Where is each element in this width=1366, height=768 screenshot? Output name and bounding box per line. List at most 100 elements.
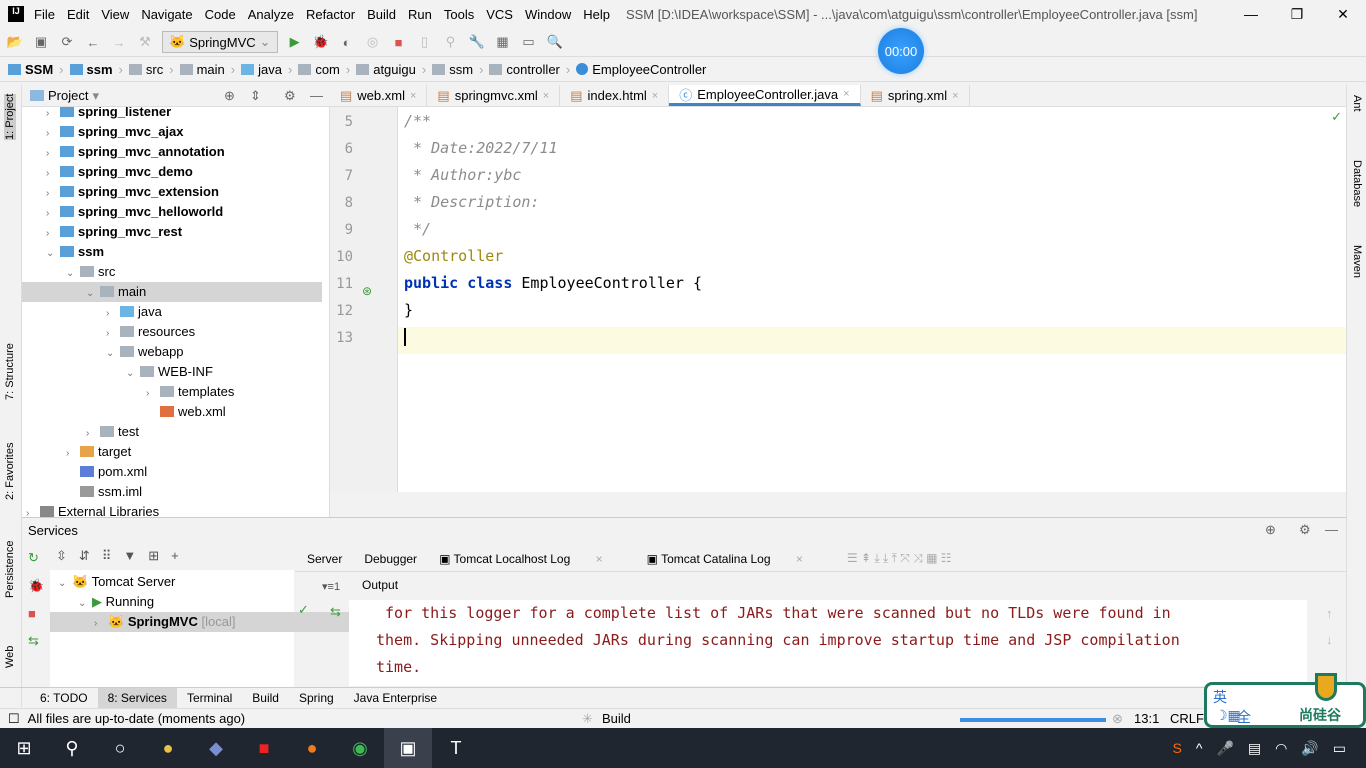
tree-item[interactable]: pom.xml: [66, 462, 147, 482]
menu-view[interactable]: View: [101, 7, 129, 22]
device-icon[interactable]: ▯: [416, 33, 434, 51]
hide-icon[interactable]: —: [310, 88, 323, 103]
tab-spring-xml[interactable]: ▤ spring.xml ×: [861, 85, 970, 106]
stop-icon[interactable]: ■: [390, 33, 408, 51]
tool-favorites[interactable]: 2: Favorites: [4, 443, 16, 500]
menu-vcs[interactable]: VCS: [486, 7, 513, 22]
breadcrumb-item[interactable]: java ›: [241, 62, 292, 77]
back-icon[interactable]: ←: [84, 33, 102, 51]
chevron-down-icon[interactable]: ⌄: [86, 284, 100, 304]
tool-structure[interactable]: 7: Structure: [4, 343, 16, 400]
tool-database[interactable]: Database: [1351, 160, 1363, 207]
windows-start-icon[interactable]: ⊞: [0, 728, 48, 768]
tree-item[interactable]: ssm.iml: [66, 482, 142, 502]
chevron-down-icon[interactable]: ⌄: [126, 364, 140, 384]
tab-web-xml[interactable]: ▤ web.xml ×: [330, 85, 428, 106]
menu-tools[interactable]: Tools: [444, 7, 474, 22]
tool-web[interactable]: Web: [4, 646, 16, 668]
gear-icon[interactable]: ⚙: [284, 88, 296, 104]
menu-help[interactable]: Help: [583, 7, 610, 22]
open-folder-icon[interactable]: 📂: [6, 33, 24, 51]
wifi-icon[interactable]: ◠: [1275, 740, 1287, 757]
breadcrumb-item[interactable]: src ›: [128, 62, 174, 77]
tree-item[interactable]: › templates: [146, 382, 234, 402]
presentation-icon[interactable]: ▭: [520, 33, 538, 51]
tree-item[interactable]: ⌄ main: [22, 282, 322, 302]
tree-item[interactable]: ⌄ src: [66, 262, 115, 282]
gear-icon[interactable]: ⚙: [1299, 522, 1311, 538]
console-output[interactable]: for this logger for a complete list of J…: [349, 600, 1307, 686]
new-tab-icon[interactable]: ⊞: [148, 548, 159, 564]
tree-item-tomcat-server[interactable]: ⌄ 🐱 Tomcat Server: [58, 572, 175, 592]
search-icon[interactable]: 🔍: [546, 33, 564, 51]
menu-analyze[interactable]: Analyze: [248, 7, 294, 22]
code-editor[interactable]: 5 6 7 8 9 10 11 12 13 ⊛ ✓ /** * Date:2022/7/11 *…: [330, 107, 1346, 492]
group-icon[interactable]: ⠿: [102, 548, 112, 564]
tree-item[interactable]: › target: [66, 442, 131, 462]
collapse-all-icon[interactable]: ⇕: [250, 88, 261, 104]
breadcrumb-item[interactable]: controller ›: [489, 62, 570, 77]
close-icon[interactable]: ×: [652, 90, 658, 102]
breadcrumb-item[interactable]: ssm ›: [69, 62, 123, 77]
close-icon[interactable]: ×: [410, 90, 416, 102]
chevron-down-icon[interactable]: ⌄: [106, 344, 120, 364]
stop-icon[interactable]: ■: [28, 606, 44, 621]
breadcrumb-item[interactable]: ssm ›: [432, 62, 483, 77]
forward-icon[interactable]: →: [110, 33, 128, 51]
toolwindow-java-enterprise[interactable]: Java Enterprise: [344, 688, 447, 709]
hide-icon[interactable]: —: [1325, 522, 1338, 537]
run-icon[interactable]: ▶: [286, 33, 304, 51]
tree-item[interactable]: › spring_mvc_helloworld: [46, 202, 223, 222]
locate-icon[interactable]: ⊕: [1265, 522, 1276, 538]
breadcrumb-item[interactable]: SSM ›: [8, 62, 64, 77]
chevron-right-icon[interactable]: ›: [26, 504, 40, 517]
chevron-right-icon[interactable]: ›: [46, 204, 60, 224]
breadcrumb-item[interactable]: atguigu ›: [356, 62, 426, 77]
sogou-icon[interactable]: S: [1173, 740, 1182, 757]
close-icon[interactable]: ×: [952, 90, 958, 102]
tree-item[interactable]: ⌄ webapp: [106, 342, 184, 362]
cancel-task-icon[interactable]: ⊗: [1112, 711, 1123, 727]
notification-icon[interactable]: ▭: [1333, 740, 1346, 757]
sync-icon[interactable]: ⟳: [58, 33, 76, 51]
tree-item[interactable]: ⌄ WEB-INF: [126, 362, 213, 382]
toolwindow-spring[interactable]: Spring: [289, 688, 344, 709]
tree-item[interactable]: ⌄ ssm: [46, 242, 104, 262]
chevron-right-icon[interactable]: ›: [106, 304, 120, 324]
tree-item[interactable]: › External Libraries: [26, 502, 159, 517]
chevron-down-icon[interactable]: ⌄: [66, 264, 80, 284]
log-toolbar-icons[interactable]: ☰ ⇞ ⤓ ⤓ ⤒ ⤧ ⤨ ▦ ☷: [847, 551, 952, 566]
list-icon[interactable]: ▾≡1: [322, 580, 340, 593]
line-separator[interactable]: CRLF: [1170, 711, 1204, 726]
tool-maven[interactable]: Maven: [1351, 245, 1363, 278]
close-icon[interactable]: ×: [843, 88, 849, 100]
app-typora-icon[interactable]: T: [432, 728, 480, 768]
tab-tomcat-catalina-log[interactable]: ▣ Tomcat Catalina Log ×: [647, 552, 825, 566]
tab-employeecontroller-java[interactable]: ⓒ EmployeeController.java ×: [669, 85, 861, 106]
close-icon[interactable]: ×: [543, 90, 549, 102]
profile-icon[interactable]: ◎: [364, 33, 382, 51]
chevron-right-icon[interactable]: ›: [86, 424, 100, 444]
add-icon[interactable]: +: [171, 548, 179, 564]
background-task[interactable]: Build: [602, 711, 631, 726]
tree-item[interactable]: › spring_mvc_extension: [46, 182, 219, 202]
tree-item[interactable]: › test: [86, 422, 139, 442]
search-icon[interactable]: ⚲: [48, 728, 96, 768]
app-mysql-icon[interactable]: ◆: [192, 728, 240, 768]
debug-icon[interactable]: 🐞: [312, 33, 330, 51]
deploy-icon[interactable]: ⇆: [28, 633, 44, 649]
toolwindow-build[interactable]: Build: [242, 688, 289, 709]
menu-edit[interactable]: Edit: [67, 7, 89, 22]
tree-item[interactable]: › spring_mvc_demo: [46, 162, 193, 182]
tool-persistence[interactable]: Persistence: [4, 541, 16, 598]
chevron-right-icon[interactable]: ›: [46, 164, 60, 184]
tab-index-html[interactable]: ▤ index.html ×: [560, 85, 670, 106]
volume-icon[interactable]: 🔊: [1301, 740, 1318, 757]
app-firefox-icon[interactable]: ●: [288, 728, 336, 768]
collapse-all-icon[interactable]: ⇵: [79, 548, 90, 564]
tree-item[interactable]: › spring_mvc_rest: [46, 222, 182, 242]
chevron-right-icon[interactable]: ›: [46, 184, 60, 204]
breadcrumb-item[interactable]: EmployeeController: [576, 62, 706, 77]
build-hammer-icon[interactable]: ⚒: [136, 33, 154, 51]
menu-window[interactable]: Window: [525, 7, 571, 22]
